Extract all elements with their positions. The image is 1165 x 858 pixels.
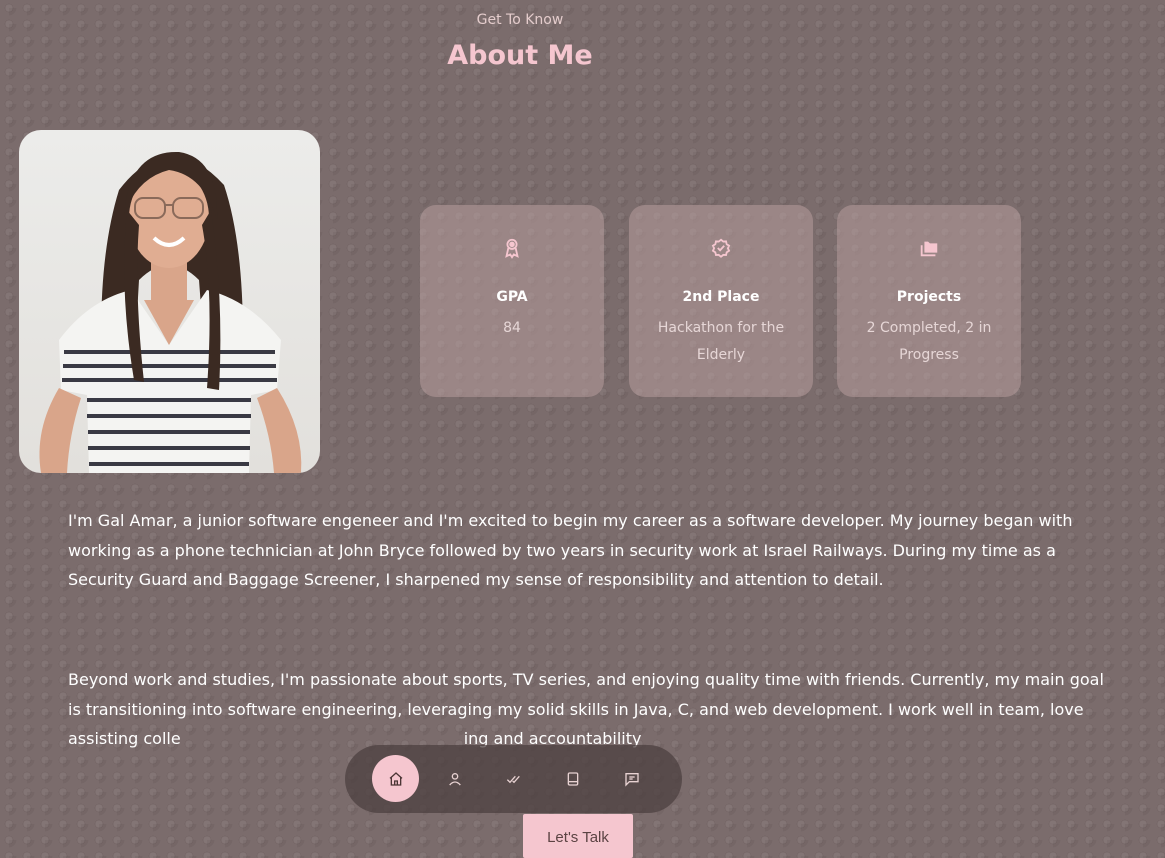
folders-icon (837, 237, 1021, 261)
about-paragraph-2: Beyond work and studies, I'm passionate … (68, 665, 1118, 754)
card-value: 84 (503, 320, 521, 336)
profile-photo (19, 130, 320, 473)
verified-badge-icon (629, 237, 813, 261)
card-value: Hackathon for the Elderly (657, 320, 785, 363)
card-title: GPA (496, 289, 528, 305)
user-icon (448, 772, 461, 785)
nav-projects[interactable] (549, 755, 596, 802)
nav-contact[interactable] (608, 755, 655, 802)
card-value: 2 Completed, 2 in Progress (866, 320, 992, 363)
award-icon (420, 237, 604, 261)
lets-talk-button[interactable]: Let's Talk (523, 814, 633, 858)
section-subtitle: Get To Know (476, 12, 564, 28)
card-title: Projects (896, 289, 962, 305)
card-award: 2nd Place Hackathon for the Elderly (629, 205, 813, 397)
book-icon (567, 771, 578, 786)
about-paragraph-1: I'm Gal Amar, a junior software engeneer… (68, 511, 1073, 589)
nav-skills[interactable] (490, 755, 537, 802)
nav-home[interactable] (372, 755, 419, 802)
card-title: 2nd Place (682, 289, 760, 305)
nav-about[interactable] (431, 755, 478, 802)
message-icon (624, 772, 639, 787)
card-gpa: GPA 84 (420, 205, 604, 397)
page-title: About Me (447, 40, 593, 71)
double-check-icon (506, 775, 520, 783)
card-projects: Projects 2 Completed, 2 in Progress (837, 205, 1021, 397)
home-icon (389, 771, 402, 786)
floating-nav (345, 745, 682, 813)
